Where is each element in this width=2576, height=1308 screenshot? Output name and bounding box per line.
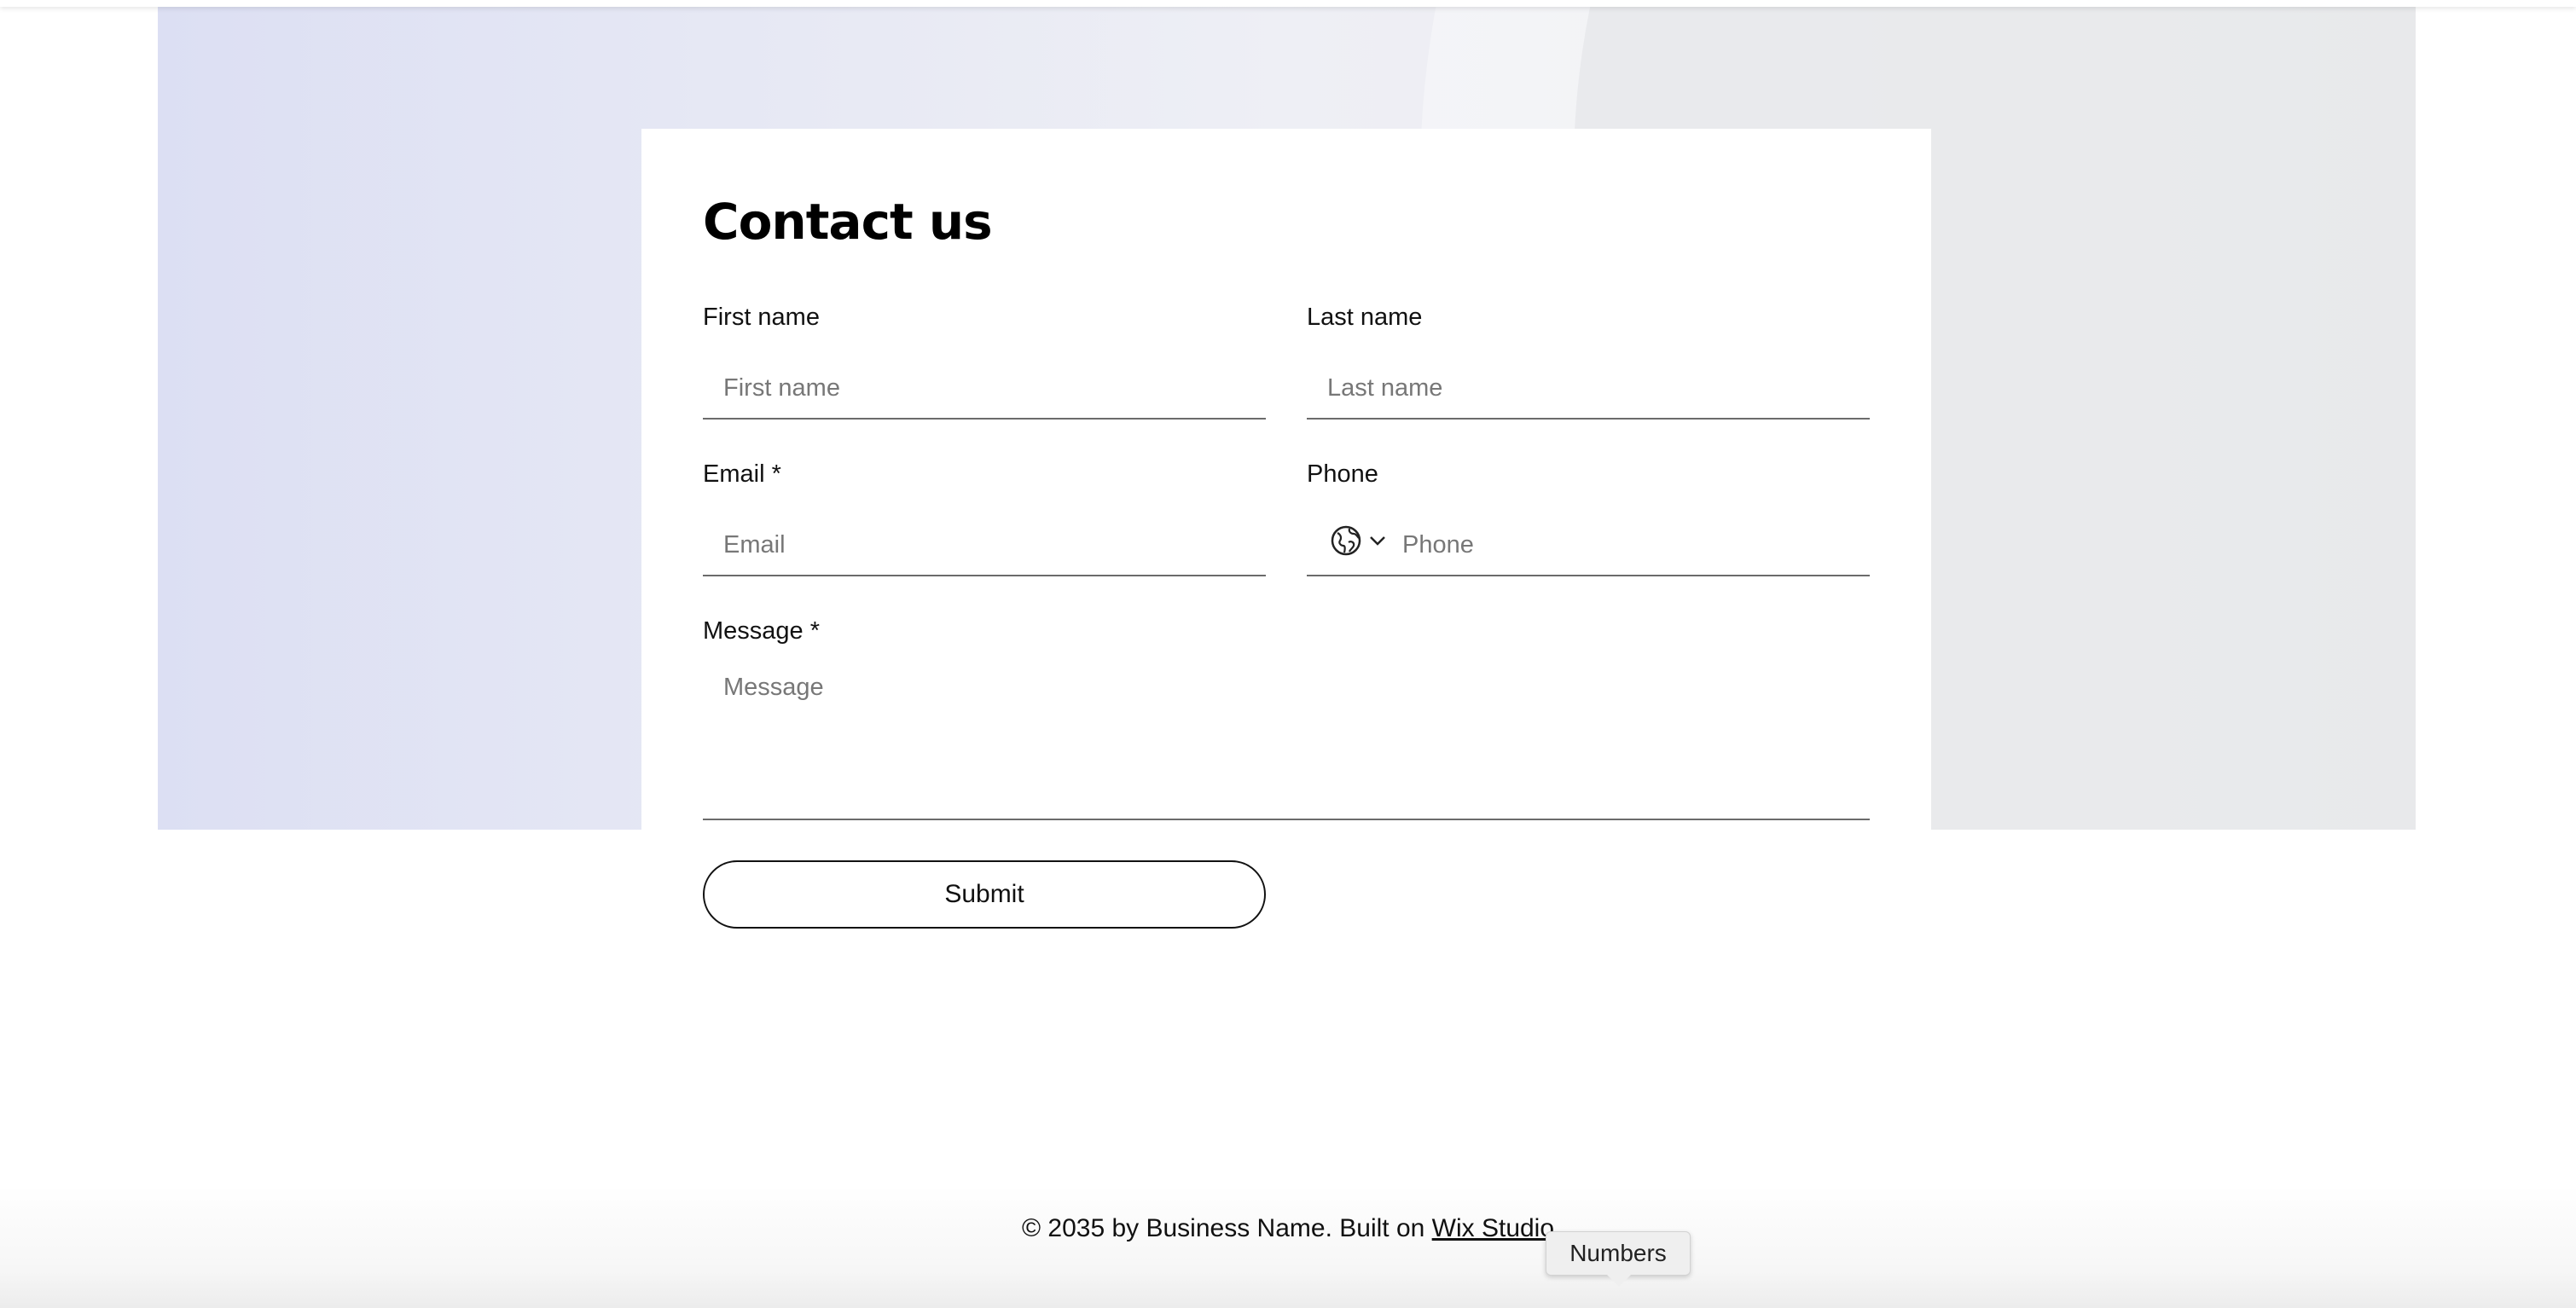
country-code-selector[interactable] [1331, 524, 1387, 558]
first-name-input[interactable] [703, 358, 1266, 420]
phone-label: Phone [1307, 460, 1378, 488]
first-name-label: First name [703, 304, 820, 331]
footer-copyright-text: © 2035 by Business Name. Built on [1021, 1214, 1432, 1242]
phone-input[interactable] [1307, 515, 1870, 576]
footer [0, 1185, 2576, 1308]
last-name-input[interactable] [1307, 358, 1870, 420]
globe-icon [1331, 525, 1361, 556]
submit-button[interactable]: Submit [703, 860, 1266, 929]
message-label: Message * [703, 617, 821, 645]
footer-copyright: © 2035 by Business Name. Built on Wix St… [0, 1214, 2576, 1243]
chevron-down-icon [1368, 535, 1387, 547]
email-input[interactable] [703, 515, 1266, 576]
page: Contact us First name Last name Email * … [0, 0, 2576, 1308]
top-header-bar [0, 0, 2576, 7]
wix-studio-link[interactable]: Wix Studio [1432, 1214, 1554, 1242]
message-textarea[interactable] [703, 657, 1870, 820]
form-title: Contact us [703, 193, 993, 251]
email-label: Email * [703, 460, 781, 488]
tooltip: Numbers [1546, 1231, 1691, 1276]
last-name-label: Last name [1307, 304, 1423, 331]
tooltip-text: Numbers [1569, 1240, 1667, 1266]
tooltip-arrow [1607, 1275, 1631, 1287]
